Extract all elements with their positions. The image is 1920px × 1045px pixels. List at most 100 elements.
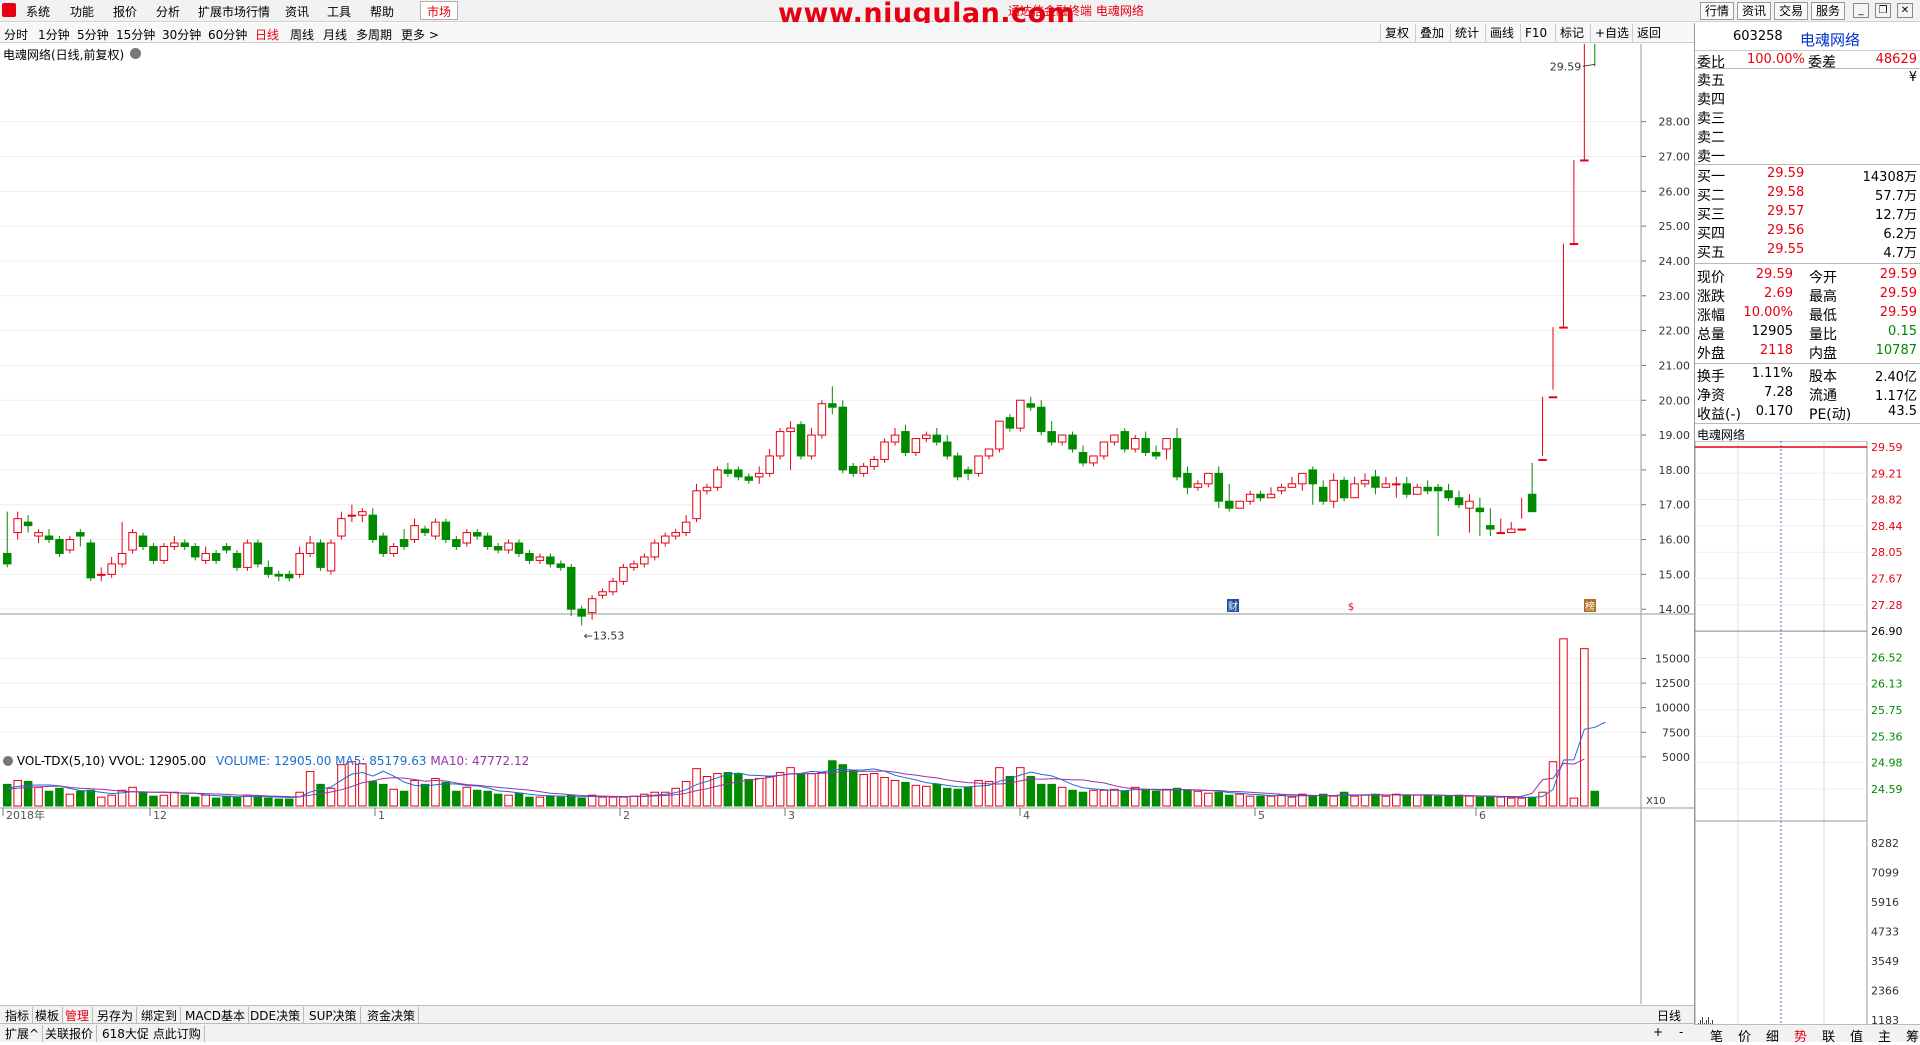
candle-body[interactable] bbox=[974, 455, 983, 474]
candle-body[interactable] bbox=[1089, 455, 1098, 464]
tool-draw[interactable]: 画线 bbox=[1485, 24, 1518, 42]
candle-body[interactable] bbox=[504, 542, 513, 551]
volume-bar[interactable] bbox=[1151, 790, 1161, 807]
menu-system[interactable]: 系统 bbox=[26, 3, 50, 20]
candle-body[interactable] bbox=[859, 465, 868, 474]
mini-intraday-chart[interactable]: 29.59 29.21 28.82 28.44 28.05 27.67 27.28 26.90… bbox=[1695, 441, 1920, 1041]
volume-bar[interactable] bbox=[953, 788, 962, 807]
candle-body[interactable] bbox=[76, 532, 85, 537]
candle-body[interactable] bbox=[170, 542, 179, 547]
volume-bar[interactable] bbox=[472, 789, 482, 807]
volume-bar[interactable] bbox=[44, 790, 54, 807]
menu-ext-market[interactable]: 扩展市场行情 bbox=[198, 3, 270, 20]
minimize-icon[interactable]: _ bbox=[1853, 3, 1869, 18]
volume-bar[interactable] bbox=[556, 796, 566, 807]
candle-body[interactable] bbox=[984, 448, 994, 457]
volume-bar[interactable] bbox=[431, 777, 440, 807]
candle-body[interactable] bbox=[96, 573, 106, 576]
candle-body[interactable] bbox=[1538, 458, 1547, 461]
volume-bar[interactable] bbox=[1402, 794, 1412, 807]
volume-bar[interactable] bbox=[1548, 761, 1558, 807]
volume-bar[interactable] bbox=[368, 780, 378, 807]
candle-body[interactable] bbox=[13, 518, 22, 534]
period-tab[interactable]: 周线 bbox=[290, 26, 314, 43]
close-icon[interactable]: ✕ bbox=[1897, 3, 1913, 18]
volume-bar[interactable] bbox=[1068, 789, 1077, 807]
volume-bar[interactable] bbox=[222, 795, 231, 807]
volume-bar[interactable] bbox=[1204, 792, 1213, 807]
panel-tab[interactable]: 主 bbox=[1878, 1026, 1891, 1045]
candle-body[interactable] bbox=[452, 539, 461, 547]
volume-bar[interactable] bbox=[441, 781, 451, 807]
volume-bar[interactable] bbox=[65, 793, 75, 807]
volume-bar[interactable] bbox=[1392, 793, 1401, 807]
volume-bar[interactable] bbox=[734, 773, 743, 807]
panel-tab[interactable]: 细 bbox=[1766, 1026, 1779, 1045]
volume-bar[interactable] bbox=[859, 774, 868, 807]
candle-body[interactable] bbox=[1423, 486, 1432, 492]
candle-body[interactable] bbox=[274, 573, 284, 577]
candle-body[interactable] bbox=[201, 552, 210, 561]
candle-body[interactable] bbox=[1141, 438, 1150, 453]
volume-bar[interactable] bbox=[535, 796, 545, 807]
candle-body[interactable] bbox=[1444, 490, 1453, 499]
candle-body[interactable] bbox=[807, 434, 816, 457]
candle-body[interactable] bbox=[159, 546, 169, 561]
volume-bar[interactable] bbox=[1465, 795, 1474, 807]
volume-bar[interactable] bbox=[55, 787, 64, 807]
volume-bar[interactable] bbox=[483, 790, 492, 807]
candle-body[interactable] bbox=[1193, 483, 1203, 488]
volume-bar[interactable] bbox=[1193, 790, 1203, 807]
candle-body[interactable] bbox=[23, 521, 33, 527]
volume-bar[interactable] bbox=[598, 796, 607, 807]
candle-body[interactable] bbox=[650, 542, 660, 558]
candle-body[interactable] bbox=[378, 535, 388, 554]
candle-body[interactable] bbox=[754, 472, 764, 478]
volume-bar[interactable] bbox=[1224, 794, 1234, 807]
volume-bar[interactable] bbox=[744, 778, 754, 807]
volume-bar[interactable] bbox=[942, 787, 952, 807]
candle-body[interactable] bbox=[1162, 438, 1171, 450]
volume-bar[interactable] bbox=[1005, 776, 1015, 807]
volume-bar[interactable] bbox=[201, 794, 210, 807]
restore-icon[interactable]: ❐ bbox=[1875, 3, 1891, 18]
volume-bar[interactable] bbox=[1381, 795, 1391, 807]
candle-body[interactable] bbox=[1548, 396, 1558, 399]
period-tab[interactable]: 月线 bbox=[323, 26, 347, 43]
volume-bar[interactable] bbox=[1371, 793, 1380, 807]
period-tab[interactable]: 5分钟 bbox=[77, 26, 109, 43]
candle-body[interactable] bbox=[828, 403, 837, 408]
candle-body[interactable] bbox=[869, 458, 879, 467]
candle-body[interactable] bbox=[1580, 159, 1589, 162]
menu-quote[interactable]: 报价 bbox=[113, 3, 137, 20]
volume-bar[interactable] bbox=[1277, 794, 1286, 807]
volume-bar[interactable] bbox=[1026, 776, 1036, 807]
candle-body[interactable] bbox=[1047, 431, 1056, 443]
volume-bar[interactable] bbox=[754, 777, 764, 807]
candle-body[interactable] bbox=[796, 424, 806, 457]
top-button-service[interactable]: 服务 bbox=[1811, 2, 1846, 20]
kline-chart[interactable]: 14.00 15.00 16.00 17.00 18.00 19.00 20.00 21.00… bbox=[0, 44, 1694, 1004]
candle-body[interactable] bbox=[1454, 497, 1464, 506]
volume-bar[interactable] bbox=[1360, 794, 1370, 807]
panel-tab[interactable]: 笔 bbox=[1710, 1026, 1723, 1045]
volume-bar[interactable] bbox=[901, 781, 910, 807]
tool-mark[interactable]: 标记 bbox=[1555, 24, 1588, 42]
candle-body[interactable] bbox=[420, 528, 430, 534]
candle-body[interactable] bbox=[1371, 476, 1380, 488]
volume-bar[interactable] bbox=[274, 798, 284, 807]
volume-bar[interactable] bbox=[1235, 793, 1244, 807]
candle-body[interactable] bbox=[1569, 243, 1579, 246]
tool-overlay[interactable]: 叠加 bbox=[1415, 24, 1448, 42]
tab-dde[interactable]: DDE决策 bbox=[247, 1007, 305, 1024]
candle-body[interactable] bbox=[431, 521, 440, 537]
candle-body[interactable] bbox=[1496, 532, 1506, 535]
candle-body[interactable] bbox=[723, 469, 733, 474]
volume-bar[interactable] bbox=[629, 795, 639, 807]
candle-body[interactable] bbox=[1016, 399, 1025, 429]
candle-body[interactable] bbox=[1475, 507, 1485, 513]
candle-body[interactable] bbox=[44, 535, 54, 541]
volume-bar[interactable] bbox=[995, 767, 1004, 807]
volume-bar[interactable] bbox=[1486, 795, 1495, 807]
candle-body[interactable] bbox=[65, 539, 75, 551]
